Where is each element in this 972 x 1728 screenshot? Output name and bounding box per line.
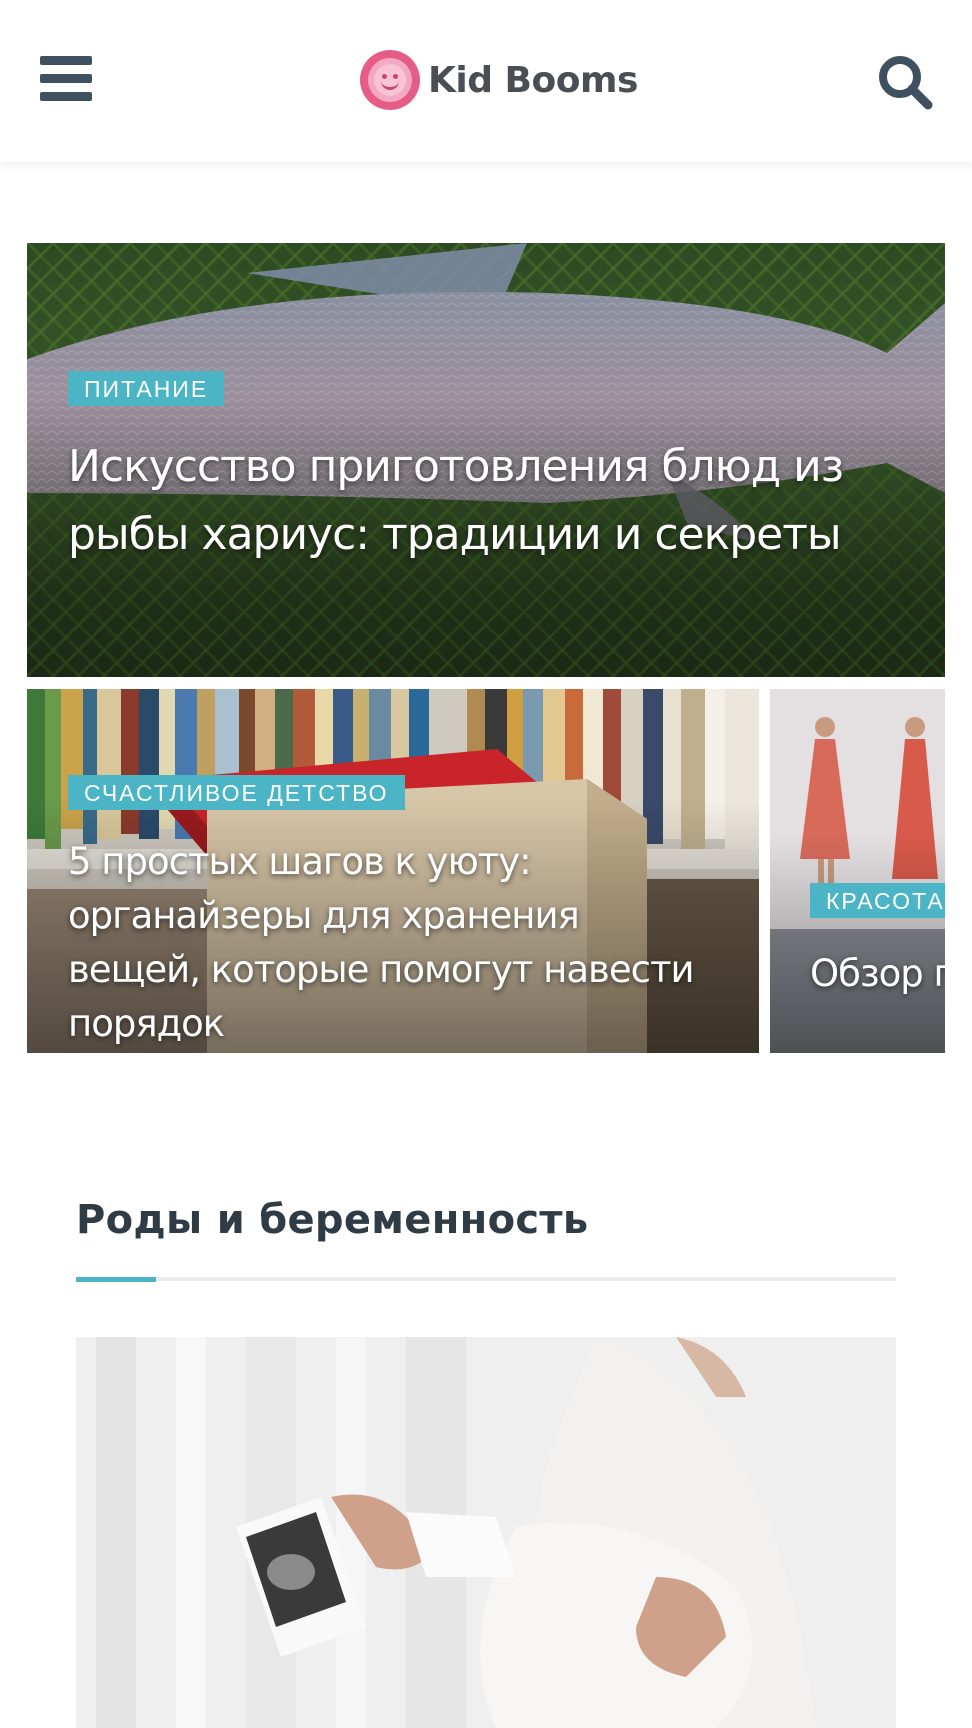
hamburger-menu-icon[interactable] xyxy=(40,56,92,102)
featured-card-main[interactable]: ПИТАНИЕ Искусство приготовления блюд из … xyxy=(27,243,945,677)
card-title[interactable]: Искусство приготовления блюд из рыбы хар… xyxy=(68,433,848,569)
category-badge[interactable]: КРАСОТА xyxy=(810,883,945,918)
article-image[interactable] xyxy=(76,1337,896,1728)
card-title[interactable]: Обзор платье xyxy=(810,947,945,1001)
search-icon[interactable] xyxy=(875,52,935,112)
smiley-logo-icon xyxy=(360,50,420,110)
section-title: Роды и беременность xyxy=(76,1197,589,1243)
card-title[interactable]: 5 простых шагов к уюту: органайзеры для … xyxy=(68,835,708,1051)
site-header: Kid Booms xyxy=(0,0,972,162)
section-divider xyxy=(76,1277,896,1282)
featured-card-2[interactable]: СЧАСТЛИВОЕ ДЕТСТВО 5 простых шагов к уют… xyxy=(27,689,759,1053)
category-badge[interactable]: СЧАСТЛИВОЕ ДЕТСТВО xyxy=(68,775,405,810)
site-logo[interactable]: Kid Booms xyxy=(360,48,638,112)
featured-card-3[interactable]: КРАСОТА Обзор платье xyxy=(770,689,945,1053)
category-badge[interactable]: ПИТАНИЕ xyxy=(68,371,225,406)
section-divider-accent xyxy=(76,1277,156,1282)
logo-text: Kid Booms xyxy=(428,59,638,101)
pregnancy-photo xyxy=(76,1337,896,1728)
